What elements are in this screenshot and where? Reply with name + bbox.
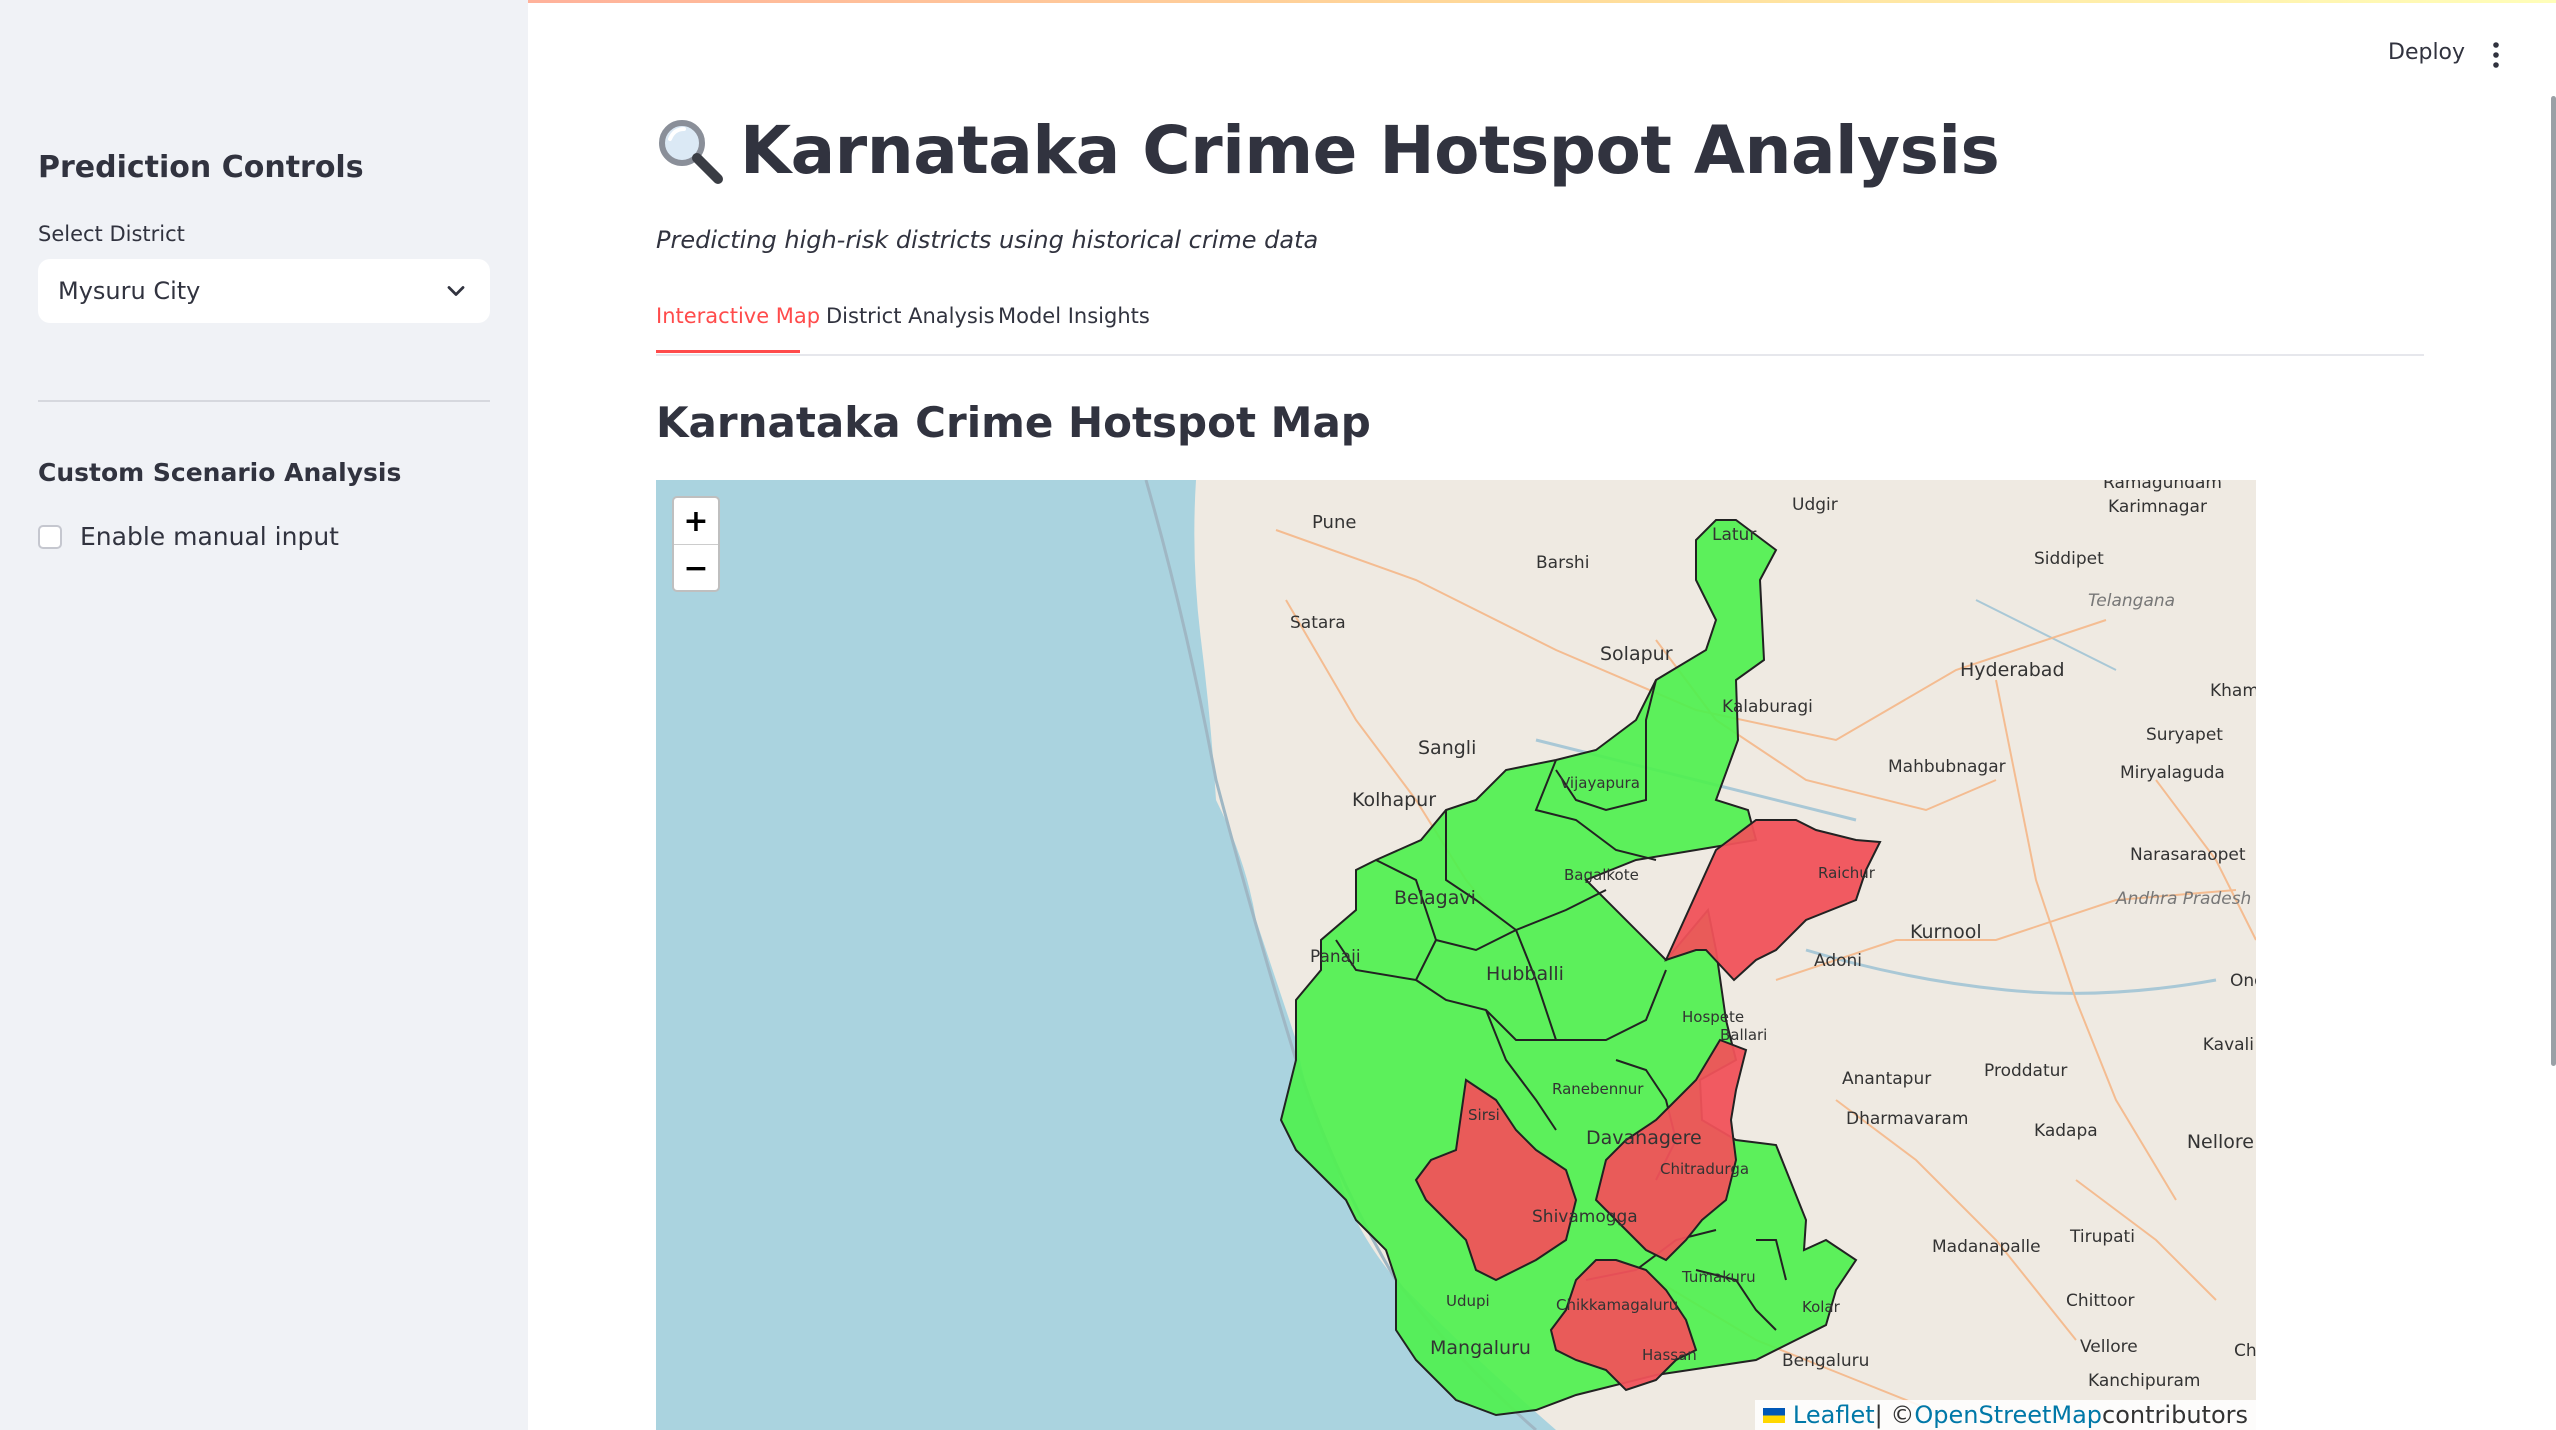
map-label: Mahbubnagar <box>1888 757 2006 777</box>
map-label: Hyderabad <box>1960 659 2065 681</box>
map-attribution: Leaflet | © OpenStreetMap contributors <box>1754 1400 2256 1430</box>
map-label: Chittoor <box>2066 1291 2135 1311</box>
map-label: Udgir <box>1792 495 1838 515</box>
map-label: Raichur <box>1818 864 1876 882</box>
map-label: Khammam <box>2210 681 2256 701</box>
zoom-in-button[interactable]: + <box>674 498 718 545</box>
map-label: Davanagere <box>1586 1127 1702 1149</box>
zoom-control: + − <box>672 496 720 592</box>
map-label: Tumakuru <box>1681 1268 1756 1286</box>
map-label: Mangaluru <box>1430 1337 1531 1359</box>
map-label: Chennai <box>2234 1341 2256 1361</box>
active-tab-indicator <box>656 350 800 353</box>
attribution-separator: | © <box>1874 1401 1915 1429</box>
map-label: Siddipet <box>2034 549 2104 569</box>
map-label: Narasaraopet <box>2130 845 2246 865</box>
chevron-down-icon <box>447 286 465 296</box>
tab-district-analysis[interactable]: District Analysis <box>826 304 995 328</box>
page-title: Karnataka Crime Hotspot Analysis <box>740 112 2000 189</box>
map-label: Panaji <box>1310 947 1361 967</box>
map-label: Ranebennur <box>1552 1080 1644 1098</box>
district-select-label: Select District <box>38 222 185 246</box>
map-label: Kavali <box>2203 1035 2254 1055</box>
manual-input-checkbox[interactable] <box>38 524 62 549</box>
map-label: Kolhapur <box>1352 789 1436 811</box>
sidebar-heading: Prediction Controls <box>38 150 364 185</box>
map-label: Shivamogga <box>1532 1207 1638 1227</box>
map-label: Karimnagar <box>2108 497 2207 517</box>
custom-scenario-heading: Custom Scenario Analysis <box>38 458 402 487</box>
map-label: Kanchipuram <box>2088 1371 2200 1391</box>
map-label: Kurnool <box>1910 921 1982 943</box>
map-label: Sangli <box>1418 737 1476 759</box>
map-label: Miryalaguda <box>2120 763 2225 783</box>
map-label: Sirsi <box>1468 1106 1500 1124</box>
deploy-button[interactable]: Deploy <box>2388 40 2465 65</box>
map-label: Telangana <box>2088 591 2175 611</box>
map-label: Barshi <box>1536 553 1589 573</box>
map-label: Nellore <box>2187 1131 2254 1153</box>
map-tiles: Ramagundam Pune Udgir Karimnagar Latur B… <box>1144 480 2256 1430</box>
map-label: Anantapur <box>1842 1069 1931 1089</box>
tab-interactive-map[interactable]: Interactive Map <box>656 304 820 328</box>
map-label: Solapur <box>1600 643 1673 665</box>
map-label: Satara <box>1290 613 1346 633</box>
map-label: Tirupati <box>2069 1227 2135 1247</box>
map-label: Udupi <box>1446 1292 1490 1310</box>
kebab-menu-icon[interactable] <box>2490 40 2502 70</box>
map-label: Bagalkote <box>1564 866 1639 884</box>
map-label: Proddatur <box>1984 1061 2067 1081</box>
sidebar-divider <box>38 400 490 402</box>
openstreetmap-link[interactable]: OpenStreetMap <box>1914 1401 2102 1429</box>
ukraine-flag-icon <box>1762 1407 1785 1423</box>
map-label: Ballari <box>1720 1026 1767 1044</box>
page-subtitle: Predicting high-risk districts using his… <box>656 226 1319 254</box>
map-label: Chikkamagaluru <box>1556 1296 1678 1314</box>
magnifier-icon <box>659 119 723 184</box>
map-label: Dharmavaram <box>1846 1109 1968 1129</box>
map-label: Adoni <box>1814 951 1862 971</box>
district-select[interactable]: Mysuru City <box>38 259 490 323</box>
zoom-out-button[interactable]: − <box>674 545 718 591</box>
map-label: Ongole <box>2230 971 2256 991</box>
map-label: Hospete <box>1682 1008 1744 1026</box>
crime-hotspot-map[interactable]: Ramagundam Pune Udgir Karimnagar Latur B… <box>656 480 2256 1430</box>
map-label: Suryapet <box>2146 725 2223 745</box>
map-label: Andhra Pradesh <box>2115 889 2251 909</box>
map-label: Ramagundam <box>2103 480 2222 493</box>
page-scrollbar[interactable] <box>2551 96 2556 1066</box>
sidebar: Prediction Controls Select District Mysu… <box>0 0 528 1430</box>
map-label: Latur <box>1712 525 1756 545</box>
tab-bar: Interactive Map District Analysis Model … <box>656 300 2424 356</box>
map-label: Madanapalle <box>1932 1237 2041 1257</box>
map-label: Bengaluru <box>1782 1351 1869 1371</box>
tab-model-insights[interactable]: Model Insights <box>998 304 1150 328</box>
map-heading: Karnataka Crime Hotspot Map <box>656 398 1371 447</box>
map-label: Chitradurga <box>1660 1160 1749 1178</box>
page-title-row: Karnataka Crime Hotspot Analysis <box>654 112 2000 189</box>
map-label: Hubballi <box>1486 963 1564 985</box>
map-label: Kadapa <box>2034 1121 2098 1141</box>
map-label: Kolar <box>1802 1298 1841 1316</box>
map-label: Vellore <box>2080 1337 2138 1357</box>
map-label: Vijayapura <box>1560 774 1640 792</box>
district-select-value: Mysuru City <box>58 277 201 305</box>
attribution-tail: contributors <box>2102 1401 2248 1429</box>
map-label: Hassan <box>1642 1346 1697 1364</box>
map-label: Pune <box>1312 512 1356 533</box>
leaflet-link[interactable]: Leaflet <box>1793 1401 1875 1429</box>
manual-input-toggle[interactable]: Enable manual input <box>38 522 339 551</box>
map-label: Belagavi <box>1394 887 1476 909</box>
map-label: Kalaburagi <box>1722 697 1813 717</box>
manual-input-label: Enable manual input <box>80 522 339 551</box>
